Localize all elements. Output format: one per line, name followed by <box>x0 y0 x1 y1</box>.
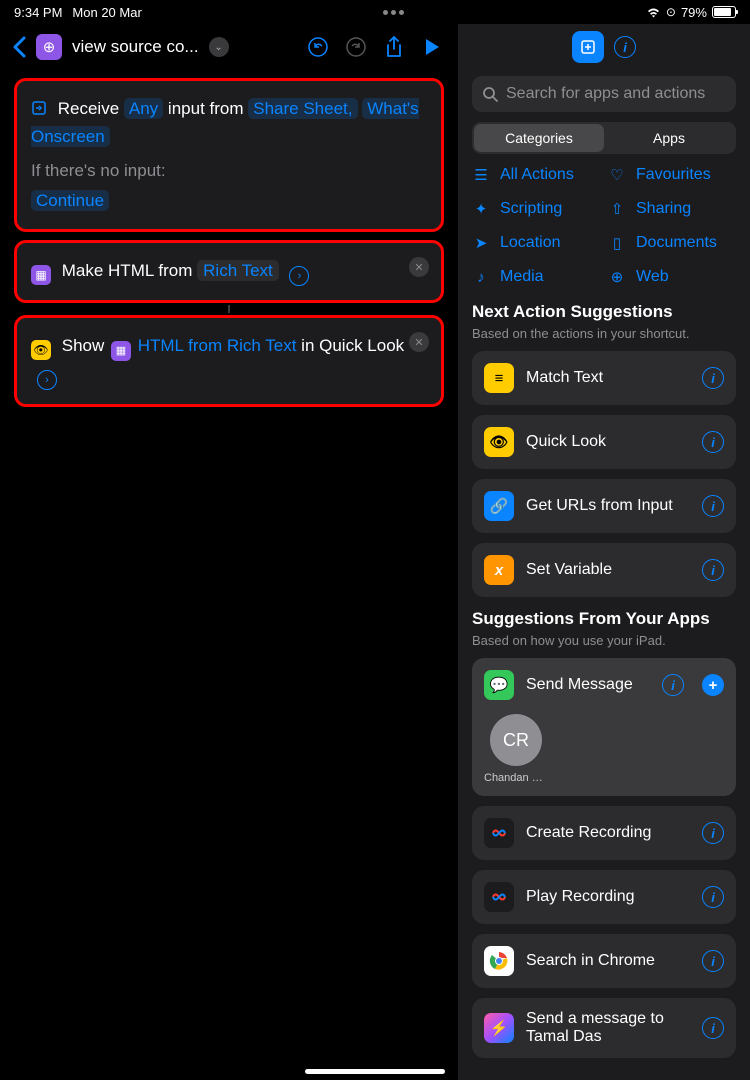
next-suggestions-title: Next Action Suggestions <box>458 302 750 326</box>
next-suggestions-subtitle: Based on the actions in your shortcut. <box>458 326 750 351</box>
category-scripting[interactable]: ✦Scripting <box>472 200 600 218</box>
html-variable-token[interactable]: HTML from Rich Text <box>138 336 297 355</box>
action-connector <box>228 305 230 313</box>
info-icon[interactable]: i <box>702 367 724 389</box>
voice-memos-icon <box>484 818 514 848</box>
avatar: CR <box>490 714 542 766</box>
info-icon[interactable]: i <box>662 674 684 696</box>
multitask-dots[interactable] <box>383 10 404 15</box>
battery-icon <box>712 6 736 18</box>
category-media[interactable]: ♪Media <box>472 268 600 286</box>
html-action-icon: ▦ <box>31 265 51 285</box>
category-web[interactable]: ⊕Web <box>608 268 736 286</box>
input-type-token[interactable]: Any <box>124 98 163 119</box>
voice-memos-icon <box>484 882 514 912</box>
suggestion-get-urls[interactable]: 🔗 Get URLs from Input i <box>472 479 736 533</box>
variable-icon: x <box>484 555 514 585</box>
wand-icon: ✦ <box>472 200 490 218</box>
search-placeholder: Search for apps and actions <box>506 85 705 103</box>
app-suggestions-subtitle: Based on how you use your iPad. <box>458 633 750 658</box>
add-shortcut-button[interactable] <box>572 31 604 63</box>
html-variable-icon: ▦ <box>111 341 131 361</box>
category-documents[interactable]: ▯Documents <box>608 234 736 252</box>
suggestion-send-messenger[interactable]: ⚡ Send a message to Tamal Das i <box>472 998 736 1058</box>
text-icon: ≡ <box>484 363 514 393</box>
contact-suggestion[interactable]: CR Chandan R... <box>484 714 548 784</box>
location-icon: ➤ <box>472 234 490 252</box>
title-menu-button[interactable]: ⌄ <box>209 37 229 57</box>
category-sharing[interactable]: ⇧Sharing <box>608 200 736 218</box>
editor-toolbar: ⊕ view source co... ⌄ <box>0 24 458 70</box>
run-button[interactable] <box>418 33 446 61</box>
globe-icon: ⊕ <box>608 268 626 286</box>
undo-button[interactable] <box>304 33 332 61</box>
back-button[interactable] <box>12 36 26 58</box>
eye-icon: 👁 <box>484 427 514 457</box>
shortcut-title[interactable]: view source co... <box>72 37 199 57</box>
share-button[interactable] <box>380 33 408 61</box>
suggestion-search-chrome[interactable]: Search in Chrome i <box>472 934 736 988</box>
suggestion-play-recording[interactable]: Play Recording i <box>472 870 736 924</box>
info-icon[interactable]: i <box>702 950 724 972</box>
input-source-token-1[interactable]: Share Sheet, <box>248 98 357 119</box>
quicklook-action-icon: 👁 <box>31 340 51 360</box>
suggestion-set-variable[interactable]: x Set Variable i <box>472 543 736 597</box>
app-suggestions-title: Suggestions From Your Apps <box>458 609 750 633</box>
info-icon[interactable]: i <box>702 559 724 581</box>
rich-text-variable-token[interactable]: Rich Text <box>197 260 279 281</box>
redo-button <box>342 33 370 61</box>
add-button[interactable]: + <box>702 674 724 696</box>
chrome-icon <box>484 946 514 976</box>
send-message-card[interactable]: 💬 Send Message i + CR Chandan R... <box>472 658 736 796</box>
search-icon <box>482 86 498 102</box>
info-icon[interactable]: i <box>702 886 724 908</box>
shortcut-icon: ⊕ <box>36 34 62 60</box>
info-icon[interactable]: i <box>702 822 724 844</box>
category-favourites[interactable]: ♡Favourites <box>608 166 736 184</box>
category-location[interactable]: ➤Location <box>472 234 600 252</box>
disclosure-button[interactable]: › <box>37 370 57 390</box>
tab-categories[interactable]: Categories <box>474 124 604 152</box>
battery-percent: 79% <box>681 5 707 20</box>
input-settings-card[interactable]: Receive Any input from Share Sheet, What… <box>14 78 444 232</box>
category-all-actions[interactable]: ☰All Actions <box>472 166 600 184</box>
messenger-icon: ⚡ <box>484 1013 514 1043</box>
document-icon: ▯ <box>608 234 626 252</box>
remove-action-button[interactable]: ✕ <box>409 257 429 277</box>
make-html-action[interactable]: ✕ ▦ Make HTML from Rich Text › <box>14 240 444 303</box>
search-input[interactable]: Search for apps and actions <box>472 76 736 112</box>
disclosure-button[interactable]: › <box>289 266 309 286</box>
home-indicator[interactable] <box>305 1069 445 1074</box>
music-icon: ♪ <box>472 269 490 286</box>
status-bar: 9:34 PM Mon 20 Mar ⊙ 79% <box>0 0 750 24</box>
link-icon: 🔗 <box>484 491 514 521</box>
info-icon[interactable]: i <box>702 1017 724 1039</box>
info-icon[interactable]: i <box>702 495 724 517</box>
messages-icon: 💬 <box>484 670 514 700</box>
categories-apps-toggle[interactable]: Categories Apps <box>472 122 736 154</box>
quick-look-action[interactable]: ✕ 👁 Show ▦ HTML from Rich Text in Quick … <box>14 315 444 407</box>
heart-icon: ♡ <box>608 166 626 184</box>
receive-icon <box>31 99 52 118</box>
tab-apps[interactable]: Apps <box>604 124 734 152</box>
status-date: Mon 20 Mar <box>72 5 141 20</box>
info-icon[interactable]: i <box>702 431 724 453</box>
suggestion-quick-look[interactable]: 👁 Quick Look i <box>472 415 736 469</box>
share-icon: ⇧ <box>608 200 626 218</box>
list-icon: ☰ <box>472 166 490 184</box>
status-time: 9:34 PM <box>14 5 62 20</box>
orientation-lock-icon: ⊙ <box>666 5 676 19</box>
suggestion-create-recording[interactable]: Create Recording i <box>472 806 736 860</box>
wifi-icon <box>646 7 661 18</box>
remove-action-button[interactable]: ✕ <box>409 332 429 352</box>
suggestion-match-text[interactable]: ≡ Match Text i <box>472 351 736 405</box>
shortcut-info-button[interactable]: i <box>614 36 636 58</box>
no-input-behavior-token[interactable]: Continue <box>31 190 109 211</box>
